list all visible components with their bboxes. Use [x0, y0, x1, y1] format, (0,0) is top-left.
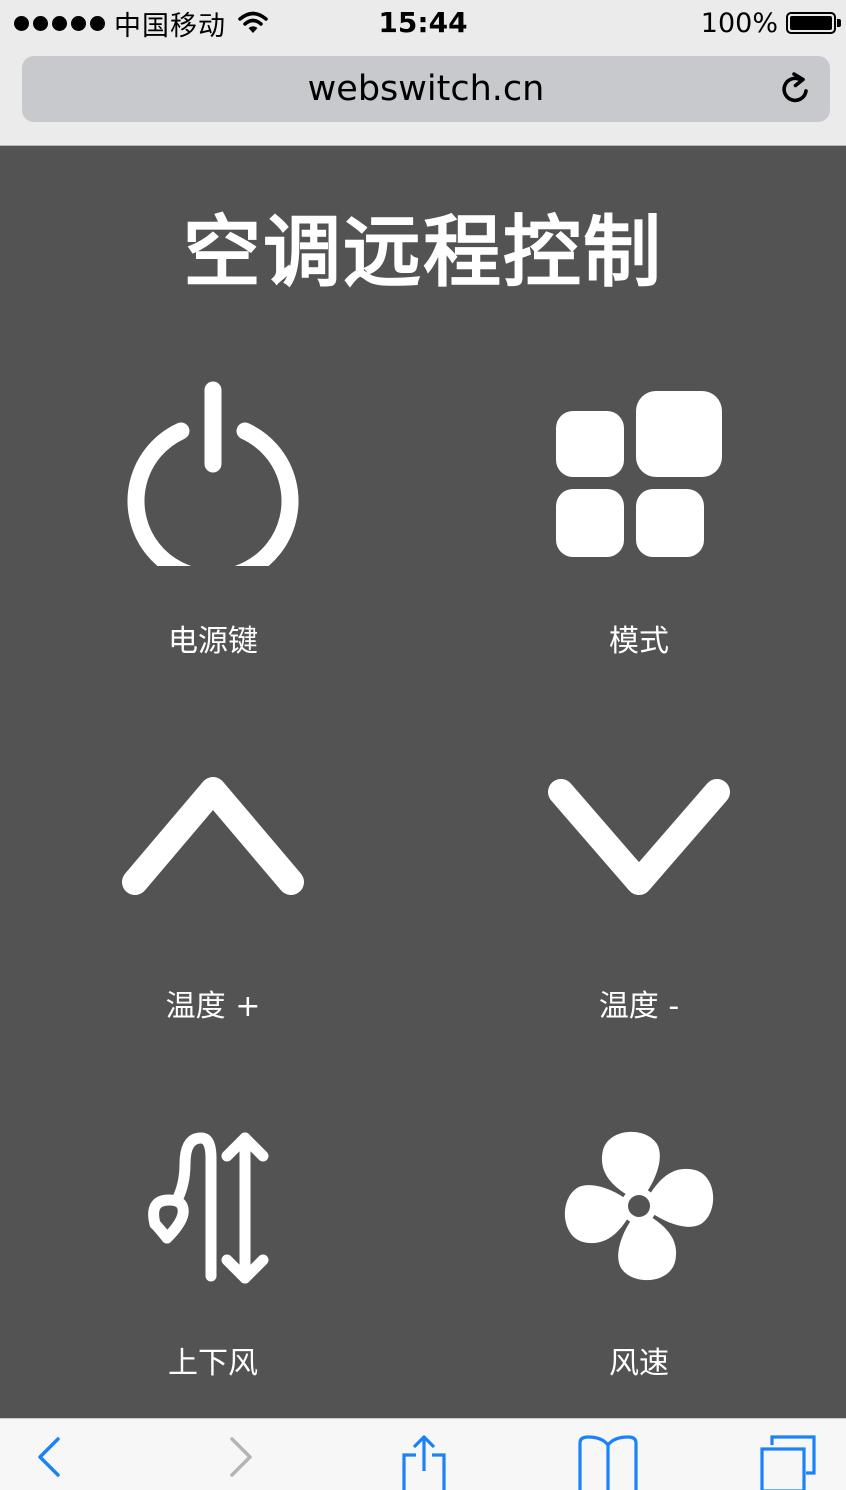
- swing-button[interactable]: 上下风: [63, 1116, 363, 1446]
- reload-icon[interactable]: [778, 71, 814, 107]
- status-right: 100%: [700, 6, 841, 40]
- back-icon[interactable]: [34, 1433, 66, 1481]
- browser-nav-bar: webswitch.cn: [0, 46, 846, 146]
- page-title: 空调远程控制: [182, 208, 663, 298]
- forward-icon[interactable]: [224, 1433, 256, 1481]
- chevron-up-icon: [122, 777, 304, 895]
- mode-label: 模式: [609, 624, 669, 659]
- power-button[interactable]: 电源键: [63, 376, 363, 706]
- temp-down-button[interactable]: 温度 -: [489, 756, 789, 1086]
- tabs-icon[interactable]: [756, 1433, 820, 1490]
- grid-icon: [556, 391, 722, 557]
- fan-icon: [564, 1131, 714, 1281]
- address-bar[interactable]: webswitch.cn: [22, 56, 830, 122]
- main-content: 空调远程控制 电源键 模式 温度 + 温度 - 上下风 风速: [0, 146, 846, 1418]
- browser-toolbar: [0, 1418, 846, 1490]
- temp-up-button[interactable]: 温度 +: [63, 756, 363, 1086]
- share-icon[interactable]: [400, 1433, 448, 1490]
- power-icon: [127, 381, 299, 566]
- battery-icon: [786, 12, 841, 34]
- swing-label: 上下风: [168, 1346, 258, 1381]
- swing-icon: [148, 1132, 269, 1284]
- fan-speed-button[interactable]: 风速: [489, 1116, 789, 1446]
- status-bar: 中国移动 15:44 100%: [0, 0, 846, 46]
- temp-up-label: 温度 +: [165, 989, 261, 1024]
- fan-speed-label: 风速: [609, 1346, 669, 1381]
- bookmarks-icon[interactable]: [576, 1433, 640, 1490]
- mode-button[interactable]: 模式: [489, 376, 789, 706]
- battery-percent: 100%: [700, 7, 778, 39]
- temp-down-label: 温度 -: [598, 989, 680, 1024]
- chevron-down-icon: [548, 779, 730, 895]
- power-label: 电源键: [168, 624, 258, 659]
- url-text: webswitch.cn: [307, 69, 545, 109]
